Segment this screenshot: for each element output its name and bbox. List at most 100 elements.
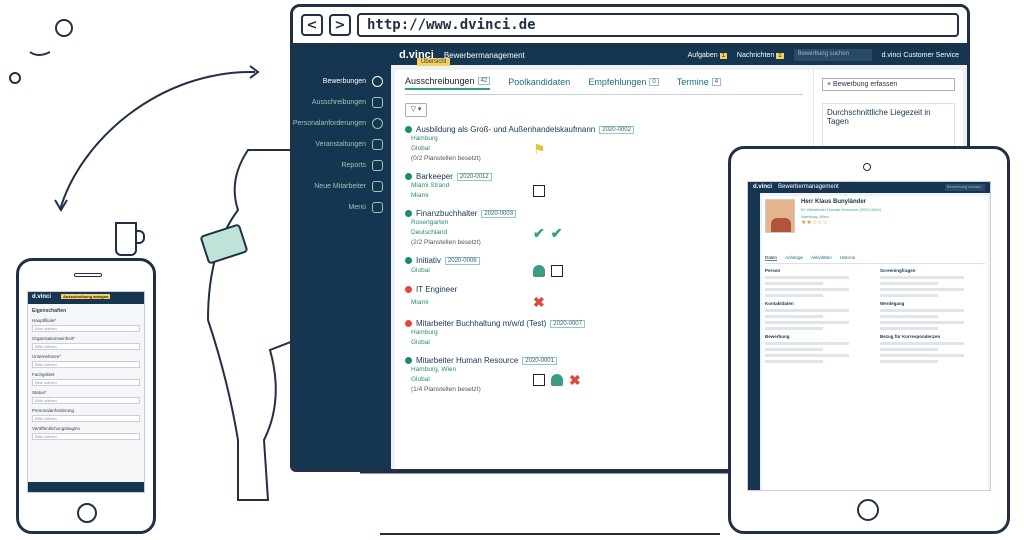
job-title[interactable]: IT Engineer [416,285,457,294]
field-placeholder-line [765,276,849,279]
filter-button[interactable]: ▽ ▾ [405,103,427,117]
rating-stars[interactable]: ★★☆☆☆ [801,219,881,226]
section-heading: Person [765,268,781,273]
status-dot [405,320,412,327]
job-title[interactable]: Initiativ [416,256,441,265]
field-placeholder-line [765,360,823,363]
job-id: 2020-0012 [456,172,492,181]
form-field: Status* Bitte wählen [32,390,140,404]
sidebar-item-bewerbungen[interactable]: Bewerbungen [293,71,391,92]
tab-poolkandidaten[interactable]: Poolkandidaten [508,76,570,90]
close-icon[interactable]: ✖ [569,372,581,389]
overview-tooltip: Übersicht [417,58,451,66]
form-field-label: Veröffentlichungsbeginn [32,426,80,431]
field-placeholder-line [880,354,964,357]
sidebar-item-label: Ausschreibungen [311,99,366,106]
flag-icon[interactable]: ⚑ [533,141,546,158]
section-heading: Kontaktdaten [765,301,794,306]
job-title[interactable]: Finanzbuchhalter [416,209,477,218]
sidebar: Bewerbungen Ausschreibungen Personalanfo… [293,45,391,469]
job-title[interactable]: Mitarbeiter Human Resource [416,356,518,365]
job-meta-line: Hamburg [411,135,438,142]
tab-empfehlungen[interactable]: Empfehlungen 0 [588,76,659,90]
sidebar-item-label: Personalanforderungen [292,120,366,127]
field-placeholder-line [880,309,964,312]
sidebar-item-ausschreibungen[interactable]: Ausschreibungen [293,92,391,113]
field-placeholder-line [880,282,938,285]
sidebar-item-label: Bewerbungen [322,78,366,85]
sidebar-item-menu[interactable]: Menü [293,197,391,218]
check-icon[interactable]: ✔ [533,225,545,242]
search-input[interactable]: Bewerbung suchen [793,49,872,61]
close-icon[interactable]: ✖ [533,294,545,311]
status-dot [405,126,412,133]
form-field-input[interactable]: Bitte wählen [32,415,140,422]
job-id: 2020-0002 [599,125,634,134]
form-field-label: Hauptfiliale* [32,318,57,323]
form-field: Veröffentlichungsbeginn Bitte wählen [32,426,140,440]
sidebar-item-veranstaltungen[interactable]: Veranstaltungen [293,134,391,155]
tab-anhänge[interactable]: Anhänge [785,255,803,261]
address-bar[interactable]: http://www.dvinci.de [357,13,959,37]
gear-icon[interactable] [533,374,545,386]
job-title[interactable]: Mitarbeiter Buchhaltung m/w/d (Test) [416,319,546,328]
copy-icon[interactable] [533,185,545,197]
form-field-input[interactable]: Bitte wählen [32,379,140,386]
new-application-button[interactable]: + Bewerbung erfassen [822,78,955,91]
field-placeholder-line [765,327,823,330]
tab-count: 4 [711,78,722,86]
tablet-search-input[interactable]: Bewerbung suchen [945,184,985,191]
tasks-count: 1 [719,52,727,59]
job-meta-line: Rosengarten [411,219,449,226]
tasks-link[interactable]: Aufgaben 1 [688,52,727,59]
job-title[interactable]: Ausbildung als Groß- und Außenhandelskau… [416,125,595,134]
status-dot [405,286,412,293]
tab-termine[interactable]: Termine 4 [677,76,722,90]
form-field-input[interactable]: Bitte wählen [32,397,140,404]
job-title[interactable]: Barkeeper [416,172,453,181]
section-heading: Screeningfragen [880,268,916,273]
form-field-input[interactable]: Bitte wählen [32,361,140,368]
calendar-icon[interactable] [551,265,563,277]
job-status-icons [533,185,545,197]
field-placeholder-line [880,348,938,351]
field-placeholder-line [765,321,849,324]
check-icon[interactable]: ✔ [551,225,563,242]
job-meta-line: (0/2 Planstellen besetzt) [411,155,481,162]
job-meta: Hamburg, Wien Global (1/4 Planstellen bese… [405,365,533,395]
tab-aktivitäten[interactable]: Aktivitäten [811,255,832,261]
sidebar-item-neue-mitarbeiter[interactable]: Neue Mitarbeiter [293,176,391,197]
status-dot [405,257,412,264]
person-icon[interactable] [533,265,545,277]
forward-button[interactable]: > [329,14,351,36]
field-placeholder-line [765,348,823,351]
tab-daten[interactable]: Daten [765,255,778,261]
field-placeholder-line [880,342,964,345]
job-meta: Hamburg Global (0/2 Planstellen besetzt) [405,134,533,164]
job-meta: Global [405,266,533,276]
form-field: Unternehmen* Bitte wählen [32,354,140,368]
phone-screen: d.vinci Ausschreibung anlegen Eigenschaft… [27,291,145,493]
phone-header: d.vinci Ausschreibung anlegen [28,292,144,304]
form-field-label: Unternehmen* [32,354,62,359]
sidebar-item-reports[interactable]: Reports [293,155,391,176]
form-field-input[interactable]: Bitte wählen [32,433,140,440]
field-placeholder-line [765,294,823,297]
messages-link[interactable]: Nachrichten 1 [737,52,784,59]
form-field-input[interactable]: Bitte wählen [32,325,140,332]
phone-bottom-nav [28,482,144,492]
job-meta-line: Deutschland [411,229,448,236]
job-status-icons: ⚑ [533,141,546,158]
messages-label: Nachrichten [736,51,775,59]
account-menu[interactable]: d.vinci Customer Service [882,52,959,59]
back-button[interactable]: < [301,14,323,36]
job-meta: Rosengarten Deutschland (2/2 Planstellen b… [405,218,533,248]
form-field-label: Personalanforderung [32,408,75,413]
sidebar-item-personalanforderungen[interactable]: Personalanforderungen [293,113,391,134]
person-icon[interactable] [551,374,563,386]
candidate-position[interactable]: ID: Mitarbeiter Human Resource (2020-000… [801,207,881,212]
tab-historie[interactable]: Historie [840,255,855,261]
tab-ausschreibungen[interactable]: Ausschreibungen 42 [405,76,491,90]
form-field-input[interactable]: Bitte wählen [32,343,140,350]
job-meta-line: Global [411,376,430,383]
